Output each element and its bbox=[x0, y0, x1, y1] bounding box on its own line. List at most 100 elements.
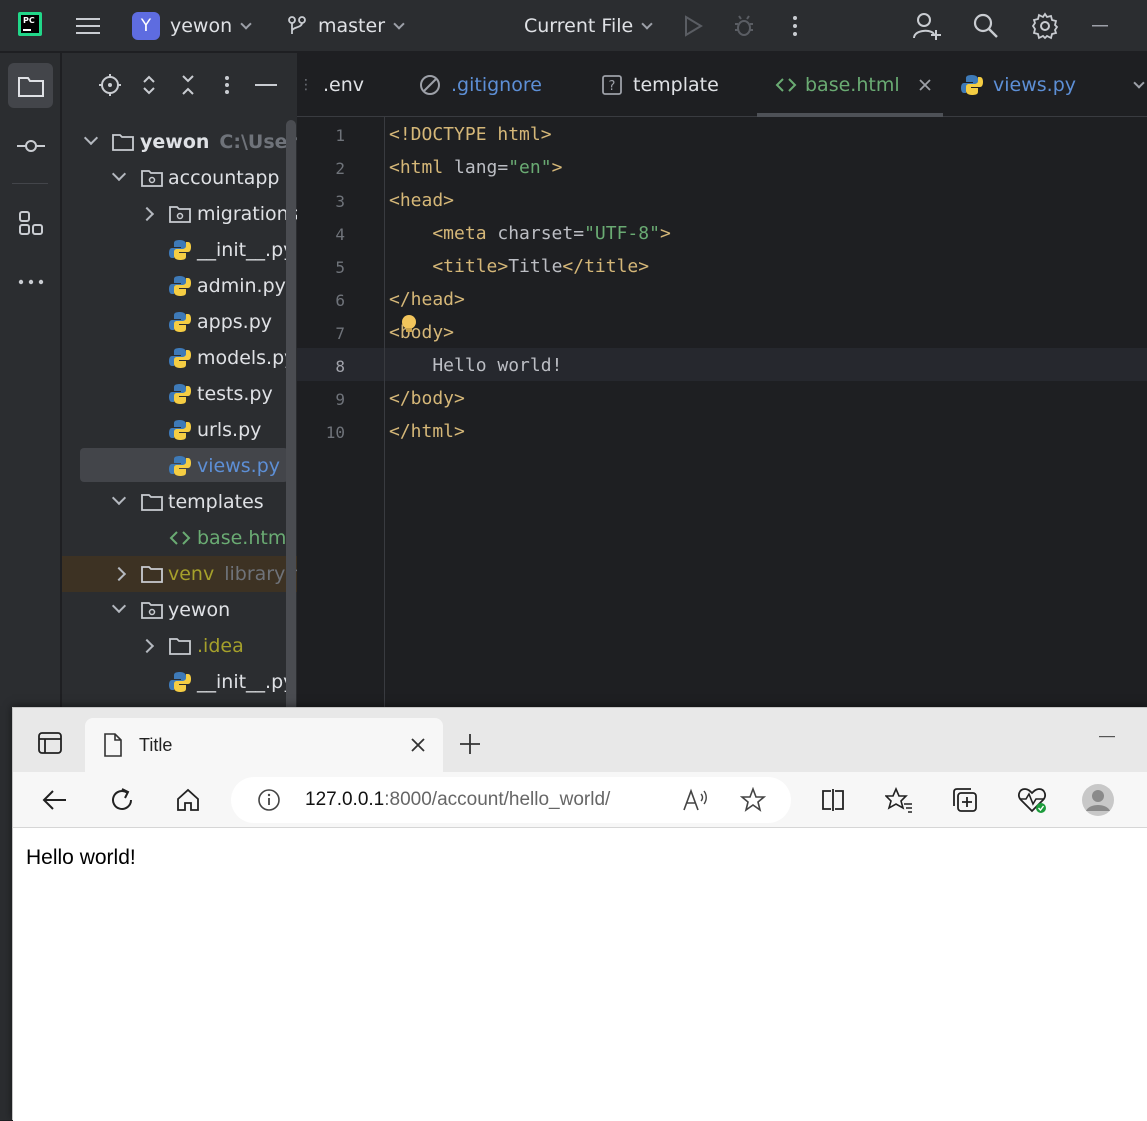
browser-tab[interactable]: Title bbox=[85, 718, 443, 772]
address-bar[interactable]: 127.0.0.1:8000/account/hello_world/ bbox=[231, 777, 791, 823]
tree-item-label: __init__.py bbox=[197, 671, 295, 693]
locate-file-button[interactable] bbox=[98, 73, 122, 97]
git-branch-icon bbox=[288, 16, 306, 34]
tab-label: .gitignore bbox=[451, 74, 542, 96]
code-token: Hello world! bbox=[389, 355, 563, 376]
code-line[interactable]: <head> bbox=[389, 190, 454, 211]
back-button[interactable] bbox=[41, 787, 69, 813]
ignore-file-icon bbox=[420, 75, 440, 95]
more-vertical-icon bbox=[793, 16, 797, 36]
profile-button[interactable] bbox=[1081, 783, 1115, 817]
read-aloud-icon[interactable] bbox=[682, 788, 708, 812]
new-tab-button[interactable] bbox=[458, 732, 482, 756]
project-selector[interactable]: Y yewon bbox=[132, 0, 252, 52]
chevron-right-icon bbox=[139, 638, 155, 654]
tree-item-yewon-root[interactable]: yewonC:\Users\ bbox=[62, 124, 297, 160]
project-options-button[interactable] bbox=[215, 73, 239, 97]
tree-item-accountapp[interactable]: accountapp bbox=[62, 160, 297, 196]
code-line[interactable]: <title>Title</title> bbox=[389, 256, 649, 277]
code-line[interactable]: Hello world! bbox=[389, 355, 562, 376]
home-button[interactable] bbox=[174, 786, 202, 814]
tree-item-urls-py[interactable]: urls.py bbox=[62, 412, 297, 448]
collections-button[interactable] bbox=[951, 786, 979, 814]
structure-icon bbox=[18, 210, 43, 235]
refresh-button[interactable] bbox=[108, 786, 136, 814]
ide-titlebar: PC Y yewon master Current File bbox=[0, 0, 1147, 52]
collapse-all-icon bbox=[182, 75, 194, 95]
code-line[interactable]: </html> bbox=[389, 421, 465, 442]
code-token: "en" bbox=[508, 157, 552, 178]
run-button[interactable] bbox=[682, 0, 704, 52]
code-line[interactable]: </head> bbox=[389, 289, 465, 310]
tab-template[interactable]: ? template bbox=[602, 53, 719, 117]
tree-item-idea[interactable]: .idea bbox=[62, 628, 297, 664]
tree-item-apps-py[interactable]: apps.py bbox=[62, 304, 297, 340]
hide-panel-button[interactable] bbox=[254, 73, 278, 97]
browser-essentials-button[interactable] bbox=[1017, 786, 1047, 814]
tree-item-yewon-package[interactable]: yewon bbox=[62, 592, 297, 628]
favorites-button[interactable] bbox=[885, 786, 913, 814]
code-line[interactable]: <html lang="en"> bbox=[389, 157, 562, 178]
project-scrollbar[interactable] bbox=[286, 120, 296, 712]
code-line[interactable]: <body> bbox=[389, 322, 454, 343]
python-file-icon bbox=[169, 240, 191, 260]
chevron-down-icon bbox=[111, 166, 127, 182]
project-tool-button[interactable] bbox=[8, 63, 53, 108]
plus-icon bbox=[460, 734, 480, 754]
code-line[interactable]: <!DOCTYPE html> bbox=[389, 124, 552, 145]
code-with-me-button[interactable] bbox=[912, 0, 942, 52]
tab-views-py[interactable]: views.py bbox=[961, 53, 1076, 117]
tree-item-tests-py[interactable]: tests.py bbox=[62, 376, 297, 412]
search-everywhere-button[interactable] bbox=[972, 0, 1000, 52]
browser-toolbar: 127.0.0.1:8000/account/hello_world/ bbox=[13, 772, 1147, 828]
tree-item-admin-py[interactable]: admin.py bbox=[62, 268, 297, 304]
tree-item-init-py-2[interactable]: __init__.py bbox=[62, 664, 297, 700]
tree-item-migrations[interactable]: migrations bbox=[62, 196, 297, 232]
main-menu-button[interactable] bbox=[74, 0, 102, 52]
code-line[interactable]: <meta charset="UTF-8"> bbox=[389, 223, 671, 244]
tab-env[interactable]: ⋮ .env bbox=[299, 53, 364, 117]
tree-item-templates[interactable]: templates bbox=[62, 484, 297, 520]
tab-actions-button[interactable] bbox=[37, 730, 63, 756]
star-icon[interactable] bbox=[740, 787, 766, 813]
close-icon[interactable] bbox=[918, 78, 932, 92]
debug-button[interactable] bbox=[732, 0, 756, 52]
tree-item-init-py[interactable]: __init__.py bbox=[62, 232, 297, 268]
tabs-overflow-button[interactable] bbox=[1133, 53, 1145, 117]
line-number: 8 bbox=[335, 357, 345, 376]
collapse-all-button[interactable] bbox=[176, 73, 200, 97]
code-token: > bbox=[551, 157, 563, 178]
tree-item-label: base.html bbox=[197, 527, 292, 549]
minimize-window-button[interactable] bbox=[1092, 0, 1108, 52]
split-screen-button[interactable] bbox=[819, 786, 847, 814]
tab-base-html[interactable]: base.html bbox=[775, 53, 932, 117]
code-line[interactable]: </body> bbox=[389, 388, 465, 409]
tree-item-label: migrations bbox=[197, 203, 297, 225]
tree-item-venv[interactable]: venvlibrary ro bbox=[62, 556, 297, 592]
tab-label: .env bbox=[323, 74, 365, 96]
intention-bulb-icon[interactable] bbox=[401, 314, 417, 334]
line-number: 1 bbox=[335, 126, 345, 145]
settings-button[interactable] bbox=[1031, 0, 1059, 52]
close-icon[interactable] bbox=[411, 738, 425, 752]
tab-gitignore[interactable]: .gitignore bbox=[419, 53, 542, 117]
run-config-selector[interactable]: Current File bbox=[524, 0, 653, 52]
commit-tool-button[interactable] bbox=[8, 123, 53, 168]
tree-item-base-html[interactable]: base.html bbox=[62, 520, 297, 556]
code-editor: ⋮ .env .gitignore ? template base.html v… bbox=[297, 53, 1147, 713]
more-actions-button[interactable] bbox=[790, 0, 800, 52]
tree-item-models-py[interactable]: models.py bbox=[62, 340, 297, 376]
browser-minimize-button[interactable] bbox=[1098, 734, 1116, 740]
structure-tool-button[interactable] bbox=[8, 200, 53, 245]
expand-all-button[interactable] bbox=[137, 73, 161, 97]
tree-item-views-py[interactable]: views.py bbox=[62, 448, 297, 484]
html-file-icon bbox=[775, 78, 797, 92]
code-token: Title bbox=[508, 256, 563, 277]
expand-all-icon bbox=[143, 75, 155, 95]
branch-selector[interactable]: master bbox=[286, 0, 405, 52]
more-tool-windows-button[interactable] bbox=[8, 259, 53, 304]
commit-icon bbox=[16, 139, 45, 152]
code-token: > bbox=[659, 223, 671, 244]
info-icon[interactable] bbox=[257, 788, 281, 812]
folder-icon bbox=[141, 566, 163, 583]
